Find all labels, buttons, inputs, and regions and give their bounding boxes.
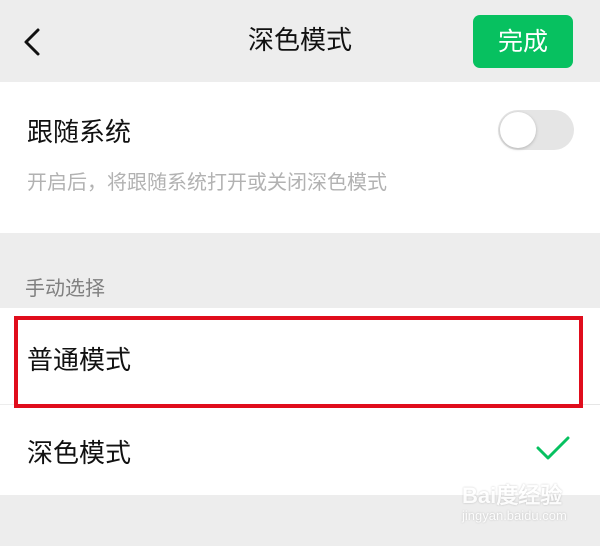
nav-bar: 深色模式 完成 bbox=[0, 0, 600, 82]
option-normal-mode[interactable]: 普通模式 bbox=[0, 308, 600, 404]
back-button[interactable] bbox=[14, 22, 54, 62]
option-normal-label: 普通模式 bbox=[27, 346, 132, 376]
manual-select-header: 手动选择 bbox=[25, 276, 105, 300]
follow-system-section: 跟随系统 开启后，将跟随系统打开或关闭深色模式 bbox=[0, 82, 600, 233]
follow-system-description: 开启后，将跟随系统打开或关闭深色模式 bbox=[27, 170, 387, 194]
follow-system-toggle[interactable] bbox=[498, 110, 574, 150]
chevron-left-icon bbox=[24, 28, 40, 56]
baidu-watermark: Bai度经验 jingyan.baidu.com bbox=[462, 478, 582, 538]
checkmark-icon bbox=[536, 436, 570, 460]
follow-system-label: 跟随系统 bbox=[27, 118, 132, 148]
option-dark-label: 深色模式 bbox=[27, 439, 132, 469]
watermark-text: Bai度经验 bbox=[462, 483, 563, 508]
done-button[interactable]: 完成 bbox=[473, 15, 573, 68]
toggle-knob bbox=[500, 112, 536, 148]
watermark-url: jingyan.baidu.com bbox=[462, 508, 567, 523]
